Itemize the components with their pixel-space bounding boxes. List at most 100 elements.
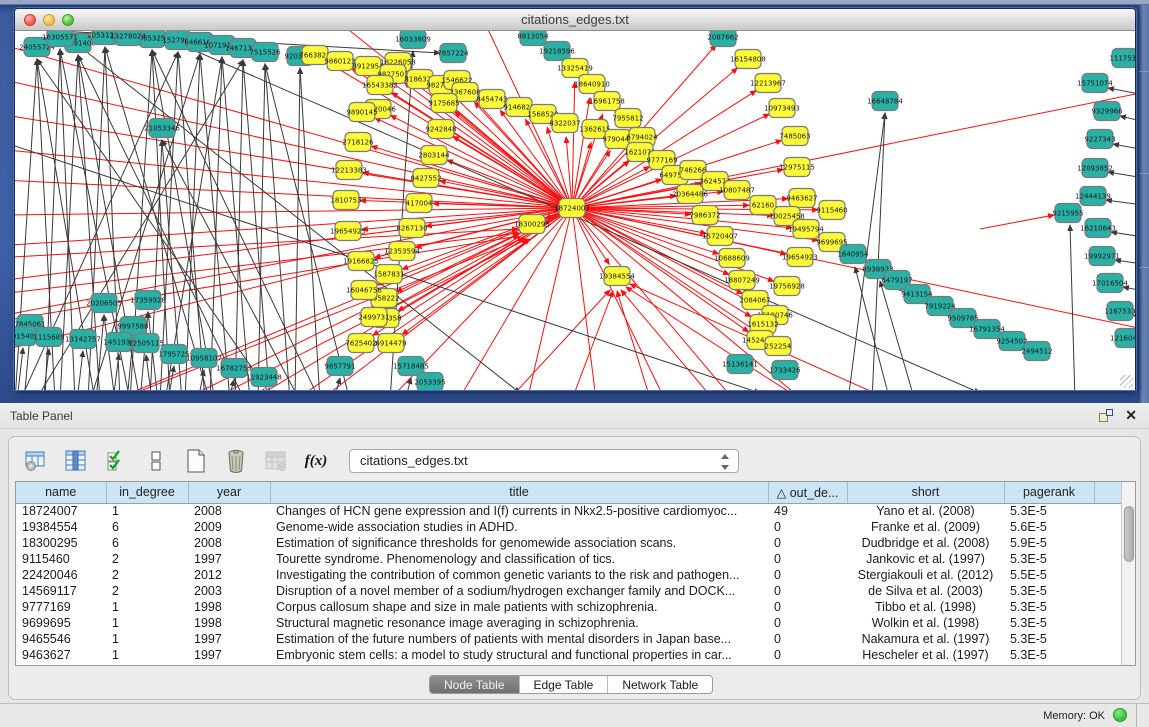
graph-node[interactable]: 7955812 (612, 109, 643, 128)
graph-node[interactable]: 6914479 (375, 334, 406, 353)
table-scrollbar[interactable] (1121, 482, 1135, 665)
graph-node[interactable]: 1115689 (33, 328, 64, 347)
graph-node[interactable]: 9860123 (324, 52, 355, 71)
graph-node[interactable]: 13142757 (65, 330, 101, 349)
table-mode-icon[interactable] (23, 448, 49, 474)
function-icon[interactable]: f(x) (303, 448, 329, 474)
graph-node[interactable]: 9175685 (428, 94, 459, 113)
graph-node[interactable]: 12160443 (1110, 329, 1135, 348)
graph-node[interactable]: 12213383 (331, 161, 367, 180)
graph-node[interactable]: 18300295 (514, 215, 550, 234)
graph-node[interactable]: 17016504 (1092, 274, 1128, 293)
graph-node[interactable]: 9242848 (425, 120, 456, 139)
graph-node[interactable]: 9857791 (324, 357, 355, 376)
graph-node[interactable]: 15751074 (1077, 74, 1113, 93)
resize-grip[interactable] (1120, 375, 1133, 388)
graph-node[interactable]: 10973493 (764, 99, 800, 118)
graph-node[interactable]: 7625402 (345, 334, 376, 353)
graph-node[interactable]: 2087662 (707, 31, 738, 47)
table-row[interactable]: 946362711997Embryonic stem cells: a mode… (16, 647, 1121, 663)
graph-node[interactable]: 19384554 (599, 267, 635, 286)
graph-node[interactable]: 1795725 (158, 345, 189, 364)
column-header[interactable]: △ out_de... (768, 482, 847, 503)
column-header[interactable]: name (16, 482, 106, 503)
network-view-window[interactable]: citations_edges.txt 24055724 20691406 10… (14, 8, 1136, 390)
table-row[interactable]: 1456911722003Disruption of a novel membe… (16, 583, 1121, 599)
graph-node[interactable]: 1640954 (837, 245, 869, 264)
table-row[interactable]: 969969511998Structural magnetic resonanc… (16, 615, 1121, 631)
graph-node[interactable]: 19166825 (343, 252, 379, 271)
delete-table-icon[interactable] (223, 448, 249, 474)
graph-node[interactable]: 417004 (406, 194, 433, 213)
table-row[interactable]: 1872400712008Changes of HCN gene express… (16, 503, 1121, 519)
graph-node[interactable]: 19756928 (769, 277, 805, 296)
graph-node[interactable]: 1733426 (769, 361, 801, 380)
graph-node[interactable]: 21053346 (144, 119, 180, 138)
graph-node[interactable]: 7857224 (437, 44, 469, 63)
graph-node[interactable]: 16210643 (1080, 219, 1116, 238)
graph-node[interactable]: 16305571 (42, 31, 78, 47)
graph-node[interactable]: 16543382 (362, 76, 398, 95)
graph-node[interactable]: 9227343 (1084, 130, 1115, 149)
close-panel-icon[interactable]: ✕ (1125, 407, 1137, 424)
graph-node[interactable]: 16033809 (395, 31, 431, 49)
graph-node[interactable]: 19218596 (539, 42, 575, 61)
column-header[interactable]: in_degree (106, 482, 188, 503)
graph-node[interactable]: 12093852 (1077, 159, 1113, 178)
memory-status-indicator[interactable] (1113, 708, 1127, 722)
graph-node[interactable]: 10807487 (719, 181, 755, 200)
graph-node[interactable]: 15136141 (722, 355, 758, 374)
table-row[interactable]: 1938455462009Genome-wide association stu… (16, 519, 1121, 535)
column-header[interactable]: year (188, 482, 270, 503)
graph-node[interactable]: 2718126 (342, 133, 374, 152)
table-row[interactable]: 946554611997Estimation of the future num… (16, 631, 1121, 647)
graph-node[interactable]: 12353594 (384, 242, 420, 261)
graph-node[interactable]: 17359928 (130, 291, 166, 310)
network-canvas[interactable]: 24055724 20691406 10653257 1527902 64661… (15, 31, 1135, 390)
table-row[interactable]: 2242004622012Investigating the contribut… (16, 567, 1121, 583)
tab-node-table[interactable]: Node Table (430, 676, 520, 693)
table-selector-dropdown[interactable]: citations_edges.txt (349, 449, 739, 473)
scrollbar-thumb[interactable] (1124, 506, 1134, 562)
graph-node[interactable]: 8267130 (396, 219, 427, 238)
graph-node[interactable]: 19654925 (330, 222, 366, 241)
tab-edge-table[interactable]: Edge Table (520, 676, 609, 693)
graph-node[interactable]: 12213967 (750, 74, 786, 93)
table-row[interactable]: 977716911998Corpus callosum shape and si… (16, 599, 1121, 615)
graph-node[interactable]: 2053395 (414, 373, 445, 391)
graph-node[interactable]: 18640910 (574, 75, 610, 94)
graph-node[interactable]: 18724007 (554, 199, 590, 218)
column-header[interactable]: title (270, 482, 768, 503)
column-header[interactable]: pagerank (1004, 482, 1094, 503)
graph-node[interactable]: 12444139 (1075, 187, 1111, 206)
import-table-icon[interactable] (263, 448, 289, 474)
column-header[interactable]: short (847, 482, 1004, 503)
graph-node[interactable]: 7485063 (779, 127, 810, 146)
graph-node[interactable]: 15720407 (702, 227, 738, 246)
graph-node[interactable]: 10688609 (714, 249, 750, 268)
graph-node[interactable]: 12975115 (779, 158, 815, 177)
graph-node[interactable]: 9463627 (786, 189, 817, 208)
graph-node[interactable]: 2499731 (358, 308, 389, 327)
graph-node[interactable]: 1810753 (330, 191, 361, 210)
graph-node[interactable]: 19654923 (782, 248, 818, 267)
graph-node[interactable]: 8813054 (517, 31, 549, 46)
graph-node[interactable]: 9115460 (816, 201, 847, 220)
graph-node[interactable]: 20206505 (86, 294, 122, 313)
new-table-icon[interactable] (183, 448, 209, 474)
graph-node[interactable]: 19992971 (1084, 247, 1120, 266)
rows-icon[interactable] (143, 448, 169, 474)
graph-node[interactable]: 11923448 (246, 368, 282, 387)
graph-node[interactable]: 18807249 (724, 271, 760, 290)
graph-node[interactable]: 20364486 (672, 185, 708, 204)
float-panel-icon[interactable] (1099, 409, 1113, 422)
graph-node[interactable]: 1117534 (1109, 49, 1135, 68)
graph-node[interactable]: 252254 (765, 337, 792, 356)
graph-node[interactable]: 2494512 (1021, 342, 1052, 361)
select-rows-icon[interactable] (103, 448, 129, 474)
graph-node[interactable]: 8322037 (549, 114, 580, 133)
graph-node[interactable]: 9890145 (346, 103, 377, 122)
graph-node[interactable]: 16046756 (346, 281, 382, 300)
graph-node[interactable]: 7515526 (249, 43, 281, 62)
table-row[interactable]: 911546021997Tourette syndrome. Phenomeno… (16, 551, 1121, 567)
